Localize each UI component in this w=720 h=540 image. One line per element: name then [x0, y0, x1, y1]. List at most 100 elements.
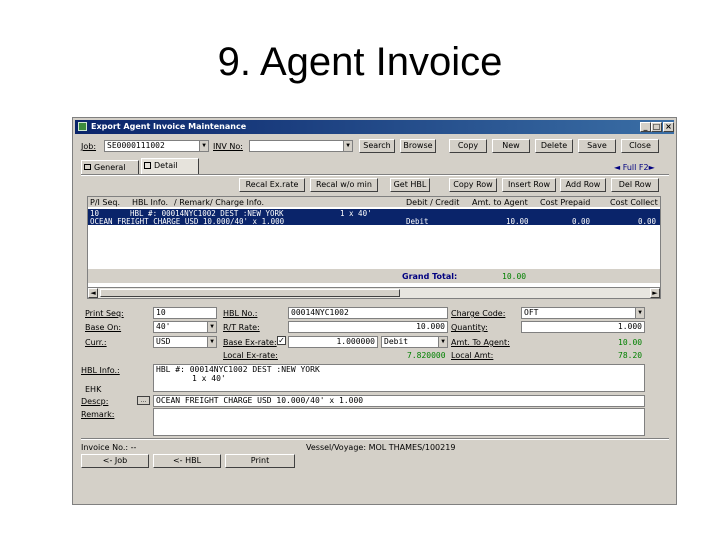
- local-amt-label: Local Amt:: [451, 351, 494, 360]
- chevron-down-icon[interactable]: ▼: [207, 337, 216, 347]
- charge-code-value: OFT: [524, 308, 539, 317]
- recal-without-min-button[interactable]: Recal w/o min: [310, 178, 378, 192]
- tab-detail-label: Detail: [154, 161, 178, 170]
- cell-cost-prepaid: 0.00: [572, 217, 591, 226]
- expand-icon[interactable]: …: [137, 396, 150, 405]
- col-header-hbl: HBL Info.: [132, 198, 169, 207]
- curr-label: Curr.:: [85, 338, 107, 347]
- search-button[interactable]: Search: [359, 139, 395, 153]
- recal-exrate-button[interactable]: Recal Ex.rate: [239, 178, 305, 192]
- base-on-label: Base On:: [85, 323, 122, 332]
- app-icon: [78, 122, 87, 131]
- debit-credit-value: Debit: [384, 337, 409, 346]
- table-row[interactable]: OCEAN FREIGHT CHARGE USD 10.000/40' x 1.…: [88, 217, 660, 226]
- cell-cost-collect: 0.00: [638, 217, 657, 226]
- chevron-down-icon[interactable]: ▼: [207, 322, 216, 332]
- back-to-hbl-button[interactable]: <- HBL: [153, 454, 221, 468]
- debit-credit-select[interactable]: Debit ▼: [381, 336, 448, 348]
- window-title: Export Agent Invoice Maintenance: [91, 122, 247, 131]
- job-label: Job:: [81, 142, 97, 151]
- curr-value: USD: [156, 337, 171, 346]
- hbl-info-label: HBL Info.:: [81, 366, 120, 375]
- save-button[interactable]: Save: [578, 139, 616, 153]
- chevron-down-icon[interactable]: ▼: [635, 308, 644, 318]
- chevron-down-icon[interactable]: ▼: [438, 337, 447, 347]
- col-header-cost-collect: Cost Collect: [610, 198, 658, 207]
- minimize-button[interactable]: _: [640, 122, 651, 132]
- table-row[interactable]: 10 HBL #: 00014NYC1002 DEST :NEW YORK 1 …: [88, 209, 660, 218]
- close-window-button[interactable]: ×: [663, 122, 674, 132]
- scroll-left-icon[interactable]: ◄: [88, 288, 98, 298]
- form-icon: [144, 162, 151, 169]
- tab-detail[interactable]: Detail: [141, 158, 199, 174]
- horizontal-scrollbar[interactable]: ◄ ►: [88, 287, 660, 298]
- maximize-button[interactable]: □: [651, 122, 662, 132]
- copy-button[interactable]: Copy: [449, 139, 487, 153]
- get-hbl-button[interactable]: Get HBL: [390, 178, 430, 192]
- delete-row-button[interactable]: Del Row: [611, 178, 659, 192]
- charge-grid[interactable]: P/I Seq. HBL Info. / Remark / Charge Inf…: [87, 196, 661, 299]
- scroll-thumb[interactable]: [100, 289, 400, 297]
- new-button[interactable]: New: [492, 139, 530, 153]
- inv-no-select[interactable]: ▼: [249, 140, 353, 152]
- local-exrate-label: Local Ex-rate:: [223, 351, 278, 360]
- base-exrate-checkbox[interactable]: ✓: [277, 336, 286, 345]
- close-button[interactable]: Close: [621, 139, 659, 153]
- inv-no-label: INV No:: [213, 142, 243, 151]
- cell-amt-to-agent: 10.00: [506, 217, 529, 226]
- scroll-right-icon[interactable]: ►: [650, 288, 660, 298]
- ehk-label: EHK: [85, 385, 102, 394]
- print-seq-label: Print Seq:: [85, 309, 124, 318]
- delete-button[interactable]: Delete: [535, 139, 573, 153]
- full-view-toggle[interactable]: ◄ Full F2►: [614, 163, 655, 172]
- rt-rate-field[interactable]: 10.000: [288, 321, 448, 333]
- add-row-button[interactable]: Add Row: [560, 178, 606, 192]
- base-on-select[interactable]: 40' ▼: [153, 321, 217, 333]
- footer-divider: [81, 438, 669, 440]
- grand-total-value: 10.00: [502, 272, 527, 281]
- charge-code-select[interactable]: OFT ▼: [521, 307, 645, 319]
- quantity-field[interactable]: 1.000: [521, 321, 645, 333]
- hbl-no-field[interactable]: 00014NYC1002: [288, 307, 448, 319]
- form-icon: [84, 164, 91, 170]
- window-title-bar: Export Agent Invoice Maintenance _ □ ×: [75, 120, 674, 134]
- col-header-amt-to-agent: Amt. to Agent: [472, 198, 528, 207]
- local-amt-value: 78.20: [618, 351, 643, 360]
- amt-to-agent-value: 10.00: [618, 338, 643, 347]
- cell-debit-credit: Debit: [406, 217, 429, 226]
- col-header-seq: P/I Seq.: [90, 198, 121, 207]
- agent-invoice-window: Export Agent Invoice Maintenance _ □ × J…: [72, 117, 677, 505]
- browse-button[interactable]: Browse: [400, 139, 436, 153]
- slide-title: 9. Agent Invoice: [217, 40, 503, 84]
- quantity-label: Quantity:: [451, 323, 488, 332]
- chevron-down-icon[interactable]: ▼: [343, 141, 352, 151]
- grand-total-label: Grand Total:: [402, 272, 458, 281]
- descp-label: Descp:: [81, 397, 109, 406]
- base-on-value: 40': [156, 322, 171, 331]
- copy-row-button[interactable]: Copy Row: [449, 178, 497, 192]
- cell-charge: OCEAN FREIGHT CHARGE USD 10.000/40' x 1.…: [90, 217, 285, 226]
- hbl-info-line-1: HBL #: 00014NYC1002 DEST :NEW YORK: [156, 365, 320, 374]
- back-to-job-button[interactable]: <- Job: [81, 454, 149, 468]
- job-select[interactable]: SE0000111002 ▼: [104, 140, 209, 152]
- print-seq-field[interactable]: 10: [153, 307, 217, 319]
- local-exrate-value: 7.820000: [407, 351, 446, 360]
- base-exrate-field[interactable]: 1.000000: [288, 336, 378, 348]
- chevron-down-icon[interactable]: ▼: [199, 141, 208, 151]
- hbl-info-field[interactable]: HBL #: 00014NYC1002 DEST :NEW YORK 1 x 4…: [153, 364, 645, 392]
- remark-field[interactable]: [153, 408, 645, 436]
- remark-label: Remark:: [81, 410, 115, 419]
- print-button[interactable]: Print: [225, 454, 295, 468]
- tab-divider: [81, 174, 669, 176]
- job-value: SE0000111002: [107, 141, 165, 150]
- tab-general[interactable]: General: [81, 160, 139, 174]
- insert-row-button[interactable]: Insert Row: [502, 178, 556, 192]
- col-header-remark: / Remark: [174, 198, 210, 207]
- invoice-no-status: Invoice No.: --: [81, 443, 137, 452]
- grand-total-row: Grand Total: 10.00: [88, 269, 660, 283]
- descp-field[interactable]: OCEAN FREIGHT CHARGE USD 10.000/40' x 1.…: [153, 395, 645, 407]
- curr-select[interactable]: USD ▼: [153, 336, 217, 348]
- col-header-charge: / Charge Info.: [210, 198, 265, 207]
- vessel-voyage-status: Vessel/Voyage: MOL THAMES/100219: [306, 443, 456, 452]
- hbl-info-line-2: 1 x 40': [192, 374, 226, 383]
